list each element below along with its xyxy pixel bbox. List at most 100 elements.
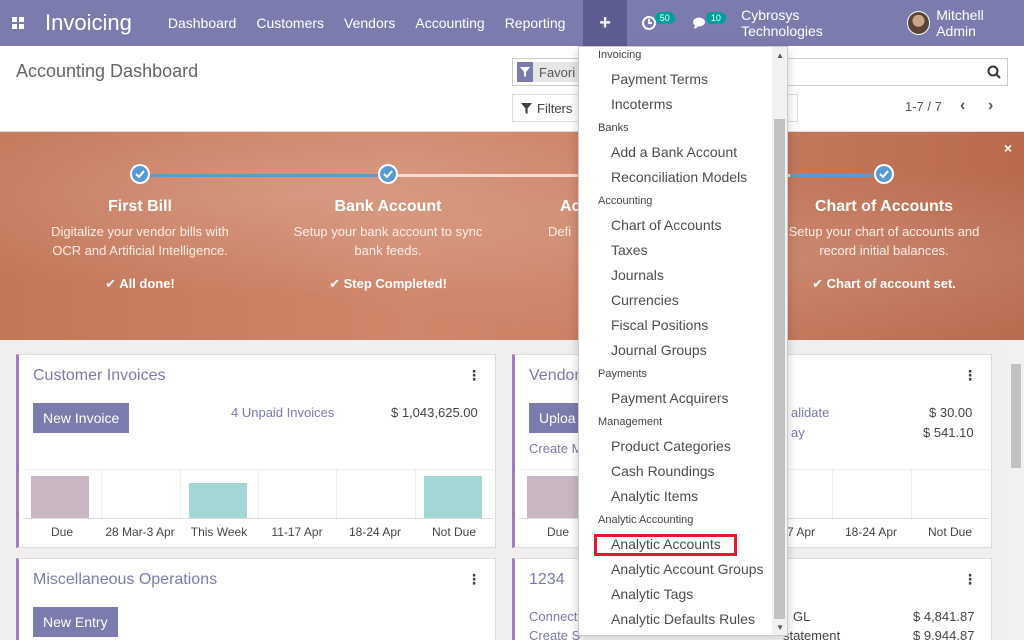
new-entry-button[interactable]: New Entry <box>33 607 118 637</box>
menu-item-analytic-tags[interactable]: Analytic Tags <box>611 586 693 602</box>
new-invoice-button[interactable]: New Invoice <box>33 403 130 433</box>
menu-item-analytic-account-groups[interactable]: Analytic Account Groups <box>611 561 764 577</box>
dropdown-scrollbar[interactable]: ▲ ▼ <box>772 47 787 635</box>
chart-label: 11-17 Apr <box>271 525 323 539</box>
dropdown-section-management: Management <box>598 416 663 428</box>
menu-item-journals[interactable]: Journals <box>611 267 664 283</box>
menu-item-incoterms[interactable]: Incoterms <box>611 96 672 112</box>
menu-item-fiscal-positions[interactable]: Fiscal Positions <box>611 317 708 333</box>
step-desc-line1: Setup your chart of accounts and <box>788 224 980 239</box>
step-status: ✔ All done! <box>105 276 175 291</box>
bills-to-validate-link[interactable]: alidate <box>791 405 829 420</box>
invoices-bar-chart[interactable] <box>23 469 493 520</box>
dropdown-section-banks: Banks <box>598 122 629 134</box>
search-icon[interactable] <box>987 65 1001 79</box>
bar-due[interactable] <box>31 476 89 518</box>
menu-item-cash-roundings[interactable]: Cash Roundings <box>611 463 715 479</box>
menu-item-taxes[interactable]: Taxes <box>611 242 648 258</box>
dropdown-section-payments: Payments <box>598 368 647 380</box>
menu-item-add-bank-account[interactable]: Add a Bank Account <box>611 144 737 160</box>
chart-label: 18-24 Apr <box>348 525 402 539</box>
menu-item-product-categories[interactable]: Product Categories <box>611 438 731 454</box>
app-name[interactable]: Invoicing <box>45 10 132 36</box>
banner-close-icon[interactable]: × <box>1004 140 1012 156</box>
chart-x-labels: Due 28 Mar-3 Apr This Week 11-17 Apr 18-… <box>23 525 493 541</box>
kebab-menu-icon[interactable]: ⋮ <box>467 571 481 588</box>
card-title[interactable]: Customer Invoices <box>33 367 166 385</box>
dropdown-section-invoicing: Invoicing <box>598 49 642 61</box>
activity-count-badge: 50 <box>654 12 675 24</box>
menu-customers[interactable]: Customers <box>246 0 334 46</box>
bills-to-pay-link[interactable]: ay <box>791 425 805 440</box>
filter-funnel-icon <box>517 62 533 82</box>
step-bank-account[interactable]: Bank Account Setup your bank account to … <box>268 164 508 292</box>
kebab-menu-icon[interactable]: ⋮ <box>963 571 977 588</box>
configuration-plus-button[interactable]: + <box>583 0 627 46</box>
activity-clock-icon[interactable]: 50 <box>641 0 675 46</box>
menu-item-payment-acquirers[interactable]: Payment Acquirers <box>611 390 729 406</box>
card-title[interactable]: 1234 <box>529 571 565 589</box>
kebab-menu-icon[interactable]: ⋮ <box>467 367 481 384</box>
messages-chat-icon[interactable]: 10 <box>692 0 726 46</box>
bar-this-week[interactable] <box>189 483 247 518</box>
search-facet-favorites[interactable]: Favori <box>517 62 582 82</box>
menu-item-reconciliation-models[interactable]: Reconciliation Models <box>611 169 747 185</box>
kebab-menu-icon[interactable]: ⋮ <box>963 367 977 384</box>
pager-previous-icon[interactable]: ‹ <box>960 97 965 115</box>
menu-item-currencies[interactable]: Currencies <box>611 292 679 308</box>
check-icon <box>874 164 894 184</box>
scroll-up-arrow-icon[interactable]: ▲ <box>776 51 784 60</box>
dropdown-scrollbar-thumb[interactable] <box>774 119 785 619</box>
company-switcher[interactable]: Cybrosys Technologies <box>741 7 881 39</box>
filters-button[interactable]: Filters <box>512 94 582 122</box>
scroll-down-arrow-icon[interactable]: ▼ <box>776 623 784 632</box>
filter-funnel-icon <box>521 102 532 114</box>
user-avatar[interactable] <box>906 11 931 35</box>
card-title[interactable]: Miscellaneous Operations <box>33 571 217 589</box>
pay-amount: $ 541.10 <box>923 425 974 440</box>
pager-next-icon[interactable]: › <box>988 97 993 115</box>
check-icon <box>130 164 150 184</box>
validate-amount: $ 30.00 <box>929 405 973 420</box>
step-chart-of-accounts[interactable]: Chart of Accounts Setup your chart of ac… <box>764 164 1004 292</box>
card-title[interactable]: Vendor <box>529 367 580 385</box>
step-first-bill[interactable]: First Bill Digitalize your vendor bills … <box>20 164 260 292</box>
menu-dashboard[interactable]: Dashboard <box>158 0 247 46</box>
create-statement-link[interactable]: Create S <box>529 628 580 640</box>
connect-link[interactable]: Connect <box>529 609 577 624</box>
step-title: Bank Account <box>334 198 442 215</box>
apps-menu-icon[interactable] <box>0 0 35 46</box>
page-scrollbar-thumb[interactable] <box>1011 364 1021 468</box>
misc-operations-card: Miscellaneous Operations ⋮ New Entry <box>16 558 496 640</box>
menu-reporting[interactable]: Reporting <box>495 0 576 46</box>
upload-button[interactable]: Uploa <box>529 403 581 433</box>
menu-item-payment-terms[interactable]: Payment Terms <box>611 71 708 87</box>
bar-due[interactable] <box>527 476 585 518</box>
menu-item-analytic-items[interactable]: Analytic Items <box>611 488 698 504</box>
step-desc-line2: bank feeds. <box>354 243 422 258</box>
step-title: Chart of Accounts <box>814 198 954 215</box>
step-status: ✔ Step Completed! <box>329 276 447 291</box>
menu-item-analytic-accounts[interactable]: Analytic Accounts <box>611 536 721 552</box>
unpaid-invoices-link[interactable]: 4 Unpaid Invoices <box>231 405 334 420</box>
menu-item-journal-groups[interactable]: Journal Groups <box>611 342 707 358</box>
dropdown-section-accounting: Accounting <box>598 195 653 207</box>
step-desc-line1: Digitalize your vendor bills with <box>51 224 229 239</box>
bar-not-due[interactable] <box>424 476 482 518</box>
menu-vendors[interactable]: Vendors <box>334 0 405 46</box>
chart-label: 28 Mar-3 Apr <box>105 525 175 539</box>
group-by-button-edge[interactable] <box>788 94 798 122</box>
menu-item-analytic-defaults-rules[interactable]: Analytic Defaults Rules <box>611 611 755 627</box>
menu-accounting[interactable]: Accounting <box>405 0 494 46</box>
dropdown-section-analytic-accounting: Analytic Accounting <box>598 514 694 526</box>
onboarding-banner: × First Bill Digitalize your vendor bill… <box>0 132 1024 340</box>
chart-label: 18-24 Apr <box>844 525 898 539</box>
pager-value[interactable]: 1-7 / 7 <box>905 99 942 114</box>
user-menu[interactable]: Mitchell Admin <box>936 7 1024 39</box>
create-manually-link[interactable]: Create M <box>529 441 582 456</box>
chart-label: Due <box>50 525 73 539</box>
menu-item-chart-of-accounts[interactable]: Chart of Accounts <box>611 217 722 233</box>
page-scrollbar[interactable] <box>1008 342 1024 640</box>
balance-gl-amount: $ 4,841.87 <box>913 609 975 624</box>
chart-label: Not Due <box>431 525 477 539</box>
